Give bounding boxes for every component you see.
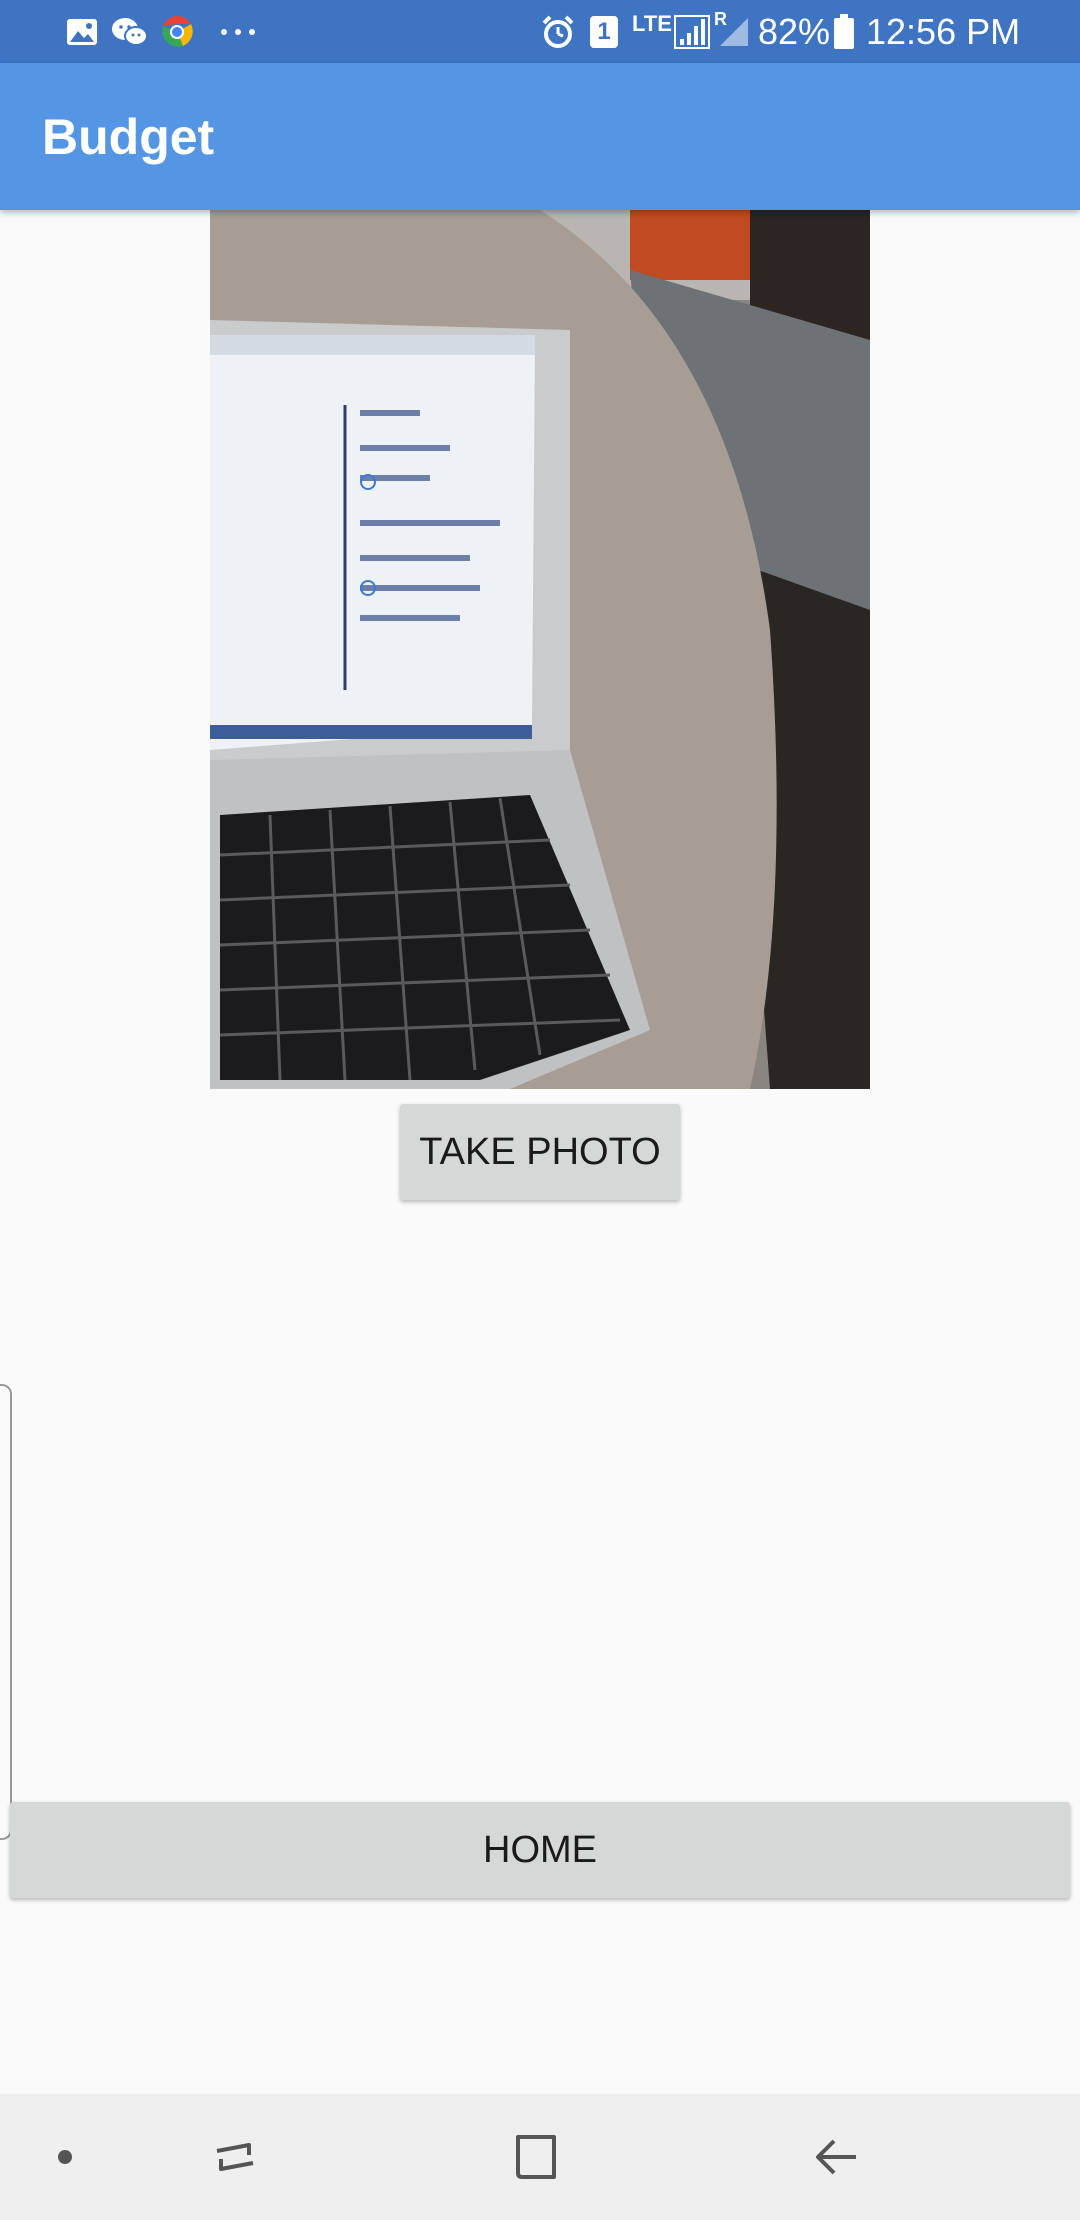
lte-label: LTE bbox=[632, 10, 672, 36]
alarm-icon bbox=[538, 0, 578, 63]
take-photo-button[interactable]: TAKE PHOTO bbox=[400, 1104, 680, 1200]
home-square-icon[interactable] bbox=[500, 2094, 572, 2220]
back-arrow-icon[interactable] bbox=[800, 2094, 872, 2220]
gallery-icon bbox=[64, 0, 100, 63]
navigation-bar bbox=[0, 2094, 1080, 2220]
chrome-icon bbox=[158, 0, 196, 63]
captured-photo-laptop bbox=[210, 210, 870, 1089]
app-bar: Budget bbox=[0, 63, 1080, 210]
screen: 1 LTE R 82% 12:56 PM Budget TAKE PHOTO H… bbox=[0, 0, 1080, 2220]
status-bar: 1 LTE R 82% 12:56 PM bbox=[0, 0, 1080, 63]
signal-icon bbox=[672, 0, 712, 63]
recents-icon[interactable] bbox=[200, 2094, 270, 2220]
app-title: Budget bbox=[42, 108, 215, 165]
more-dots-icon bbox=[216, 0, 260, 63]
sim-1-icon: 1 bbox=[588, 0, 620, 63]
wechat-icon bbox=[110, 0, 150, 63]
roaming-signal-icon bbox=[716, 0, 752, 63]
home-button[interactable]: HOME bbox=[10, 1802, 1070, 1898]
battery-icon bbox=[830, 0, 858, 63]
battery-percent: 82% bbox=[758, 10, 831, 52]
edge-panel-handle[interactable] bbox=[0, 1384, 12, 1840]
captured-photo bbox=[210, 210, 870, 1089]
clock: 12:56 PM bbox=[866, 10, 1021, 52]
dot-icon[interactable] bbox=[40, 2094, 90, 2220]
